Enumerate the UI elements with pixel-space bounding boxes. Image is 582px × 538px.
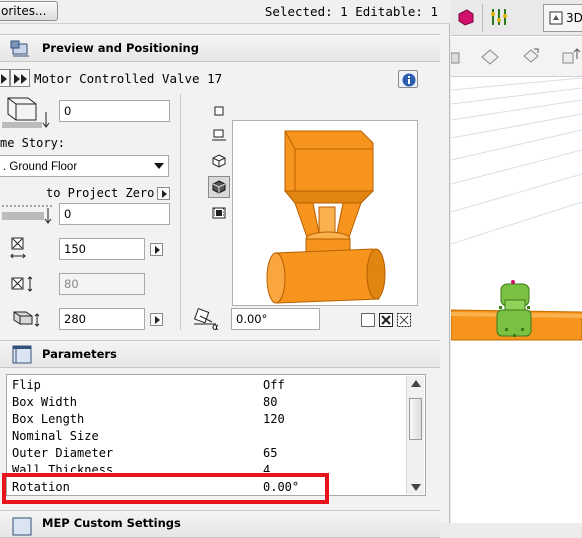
mirror-dotted-icon[interactable] bbox=[397, 313, 411, 327]
mep-section-title: MEP Custom Settings bbox=[42, 516, 181, 530]
double-triangle-right-icon bbox=[14, 74, 27, 84]
rotation-row bbox=[180, 302, 440, 303]
mep-settings-icon bbox=[12, 517, 32, 536]
selection-status: Selected: 1 Editable: 1 bbox=[264, 4, 438, 19]
toolbar-separator bbox=[482, 4, 483, 32]
3d-viewport[interactable]: 3D bbox=[451, 0, 582, 523]
home-story-select[interactable]: . Ground Floor bbox=[0, 155, 169, 177]
height-input[interactable]: 280 bbox=[59, 308, 145, 330]
parameter-value: 120 bbox=[263, 412, 285, 426]
elevation-box-icon bbox=[2, 97, 50, 128]
info-icon bbox=[402, 73, 416, 87]
rotation-angle-input[interactable]: 0.00° bbox=[231, 308, 320, 330]
parameter-name: Outer Diameter bbox=[12, 446, 114, 460]
mirror-none-icon[interactable] bbox=[361, 313, 375, 327]
parameter-name: Box Width bbox=[12, 395, 78, 409]
height-menu-button[interactable] bbox=[150, 313, 163, 326]
sun-settings-icon[interactable] bbox=[489, 8, 509, 26]
view-section-icon[interactable] bbox=[212, 128, 226, 142]
mirror-x-icon[interactable] bbox=[379, 313, 393, 327]
view-3d-shaded-button[interactable] bbox=[208, 176, 230, 198]
triangle-right-icon bbox=[1, 74, 7, 84]
shaded-cube-icon bbox=[212, 180, 226, 194]
object-settings-panel: Preview and Positioning Motor Controlled… bbox=[0, 24, 450, 538]
view-film-icon[interactable] bbox=[212, 206, 226, 220]
elevation-input[interactable]: 0 bbox=[59, 100, 170, 122]
height-icon bbox=[13, 311, 40, 327]
mep-section-header[interactable]: MEP Custom Settings bbox=[0, 510, 440, 538]
preview-divider bbox=[180, 94, 181, 330]
move-tool-icon[interactable] bbox=[481, 49, 499, 65]
valve-preview-image bbox=[266, 130, 386, 304]
chevron-down-icon bbox=[154, 163, 164, 169]
object-preview bbox=[232, 120, 418, 306]
favorites-button[interactable]: orites... bbox=[0, 1, 58, 21]
home-story-select-value: . Ground Floor bbox=[3, 161, 78, 173]
scrollbar-thumb[interactable] bbox=[409, 398, 422, 440]
parameter-name: Nominal Size bbox=[12, 429, 99, 443]
home-story-label: me Story: bbox=[0, 136, 66, 150]
depth-input[interactable]: 80 bbox=[59, 273, 145, 295]
3d-scene bbox=[451, 78, 582, 341]
project-zero-input[interactable]: 0 bbox=[59, 203, 170, 225]
parameter-name: Wall Thickness bbox=[12, 463, 114, 472]
scroll-down-icon[interactable] bbox=[411, 484, 421, 491]
width-input[interactable]: 150 bbox=[59, 238, 145, 260]
top-bar: orites... Selected: 1 Editable: 1 bbox=[0, 0, 450, 24]
view-plan-icon[interactable] bbox=[212, 104, 226, 118]
magenta-tool-icon[interactable] bbox=[457, 8, 475, 26]
elevate-tool-icon[interactable] bbox=[559, 47, 581, 67]
to-project-zero-label: to Project Zero bbox=[46, 186, 155, 200]
parameter-row[interactable]: Wall Thickness 4 bbox=[7, 462, 407, 472]
view-tool-icon[interactable] bbox=[451, 51, 461, 65]
parameter-value: Off bbox=[263, 378, 285, 392]
parameters-section-title: Parameters bbox=[42, 347, 117, 361]
info-button[interactable] bbox=[398, 70, 418, 88]
favorites-button-label: orites... bbox=[1, 4, 47, 18]
svg-text:α: α bbox=[212, 322, 219, 330]
preview-section-title: Preview and Positioning bbox=[42, 41, 199, 55]
tab-3d-label: 3D bbox=[566, 11, 582, 25]
viewport-toolbar: 3D bbox=[451, 0, 582, 36]
depth-icon bbox=[11, 276, 33, 292]
project-zero-icon bbox=[2, 205, 52, 224]
prev-object-button[interactable] bbox=[0, 69, 10, 87]
next-object-button[interactable] bbox=[10, 69, 30, 87]
parameters-icon bbox=[12, 345, 32, 364]
parameters-section-header[interactable]: Parameters bbox=[0, 340, 440, 368]
parameter-row[interactable]: Outer Diameter 65 bbox=[7, 445, 407, 462]
3d-window-icon bbox=[549, 11, 563, 25]
parameter-value: 80 bbox=[263, 395, 278, 409]
preview-positioning-icon bbox=[10, 40, 29, 57]
parameter-name: Box Length bbox=[12, 412, 85, 426]
parameter-value: 4 bbox=[263, 463, 271, 472]
parameter-row[interactable]: Box Length 120 bbox=[7, 411, 407, 428]
parameter-row[interactable]: Box Width 80 bbox=[7, 394, 407, 411]
parameter-value: 65 bbox=[263, 446, 278, 460]
viewport-subtoolbar bbox=[451, 37, 582, 77]
rotation-highlight bbox=[2, 473, 329, 504]
parameter-row[interactable]: Flip Off bbox=[7, 377, 407, 394]
parameter-scrollbar[interactable] bbox=[406, 376, 424, 494]
preview-section-header[interactable]: Preview and Positioning bbox=[0, 34, 440, 62]
object-name: Motor Controlled Valve 17 bbox=[34, 71, 223, 86]
rotation-angle-icon: α bbox=[193, 308, 219, 330]
project-zero-menu-button[interactable] bbox=[157, 187, 170, 200]
width-icon bbox=[10, 237, 26, 259]
scroll-up-icon[interactable] bbox=[411, 380, 421, 387]
tab-3d[interactable]: 3D bbox=[543, 4, 582, 32]
width-menu-button[interactable] bbox=[150, 243, 163, 256]
view-3d-box-icon[interactable] bbox=[212, 154, 226, 168]
parameter-row[interactable]: Nominal Size bbox=[7, 428, 407, 445]
parameter-name: Flip bbox=[12, 378, 41, 392]
rotate-tool-icon[interactable] bbox=[521, 47, 541, 65]
